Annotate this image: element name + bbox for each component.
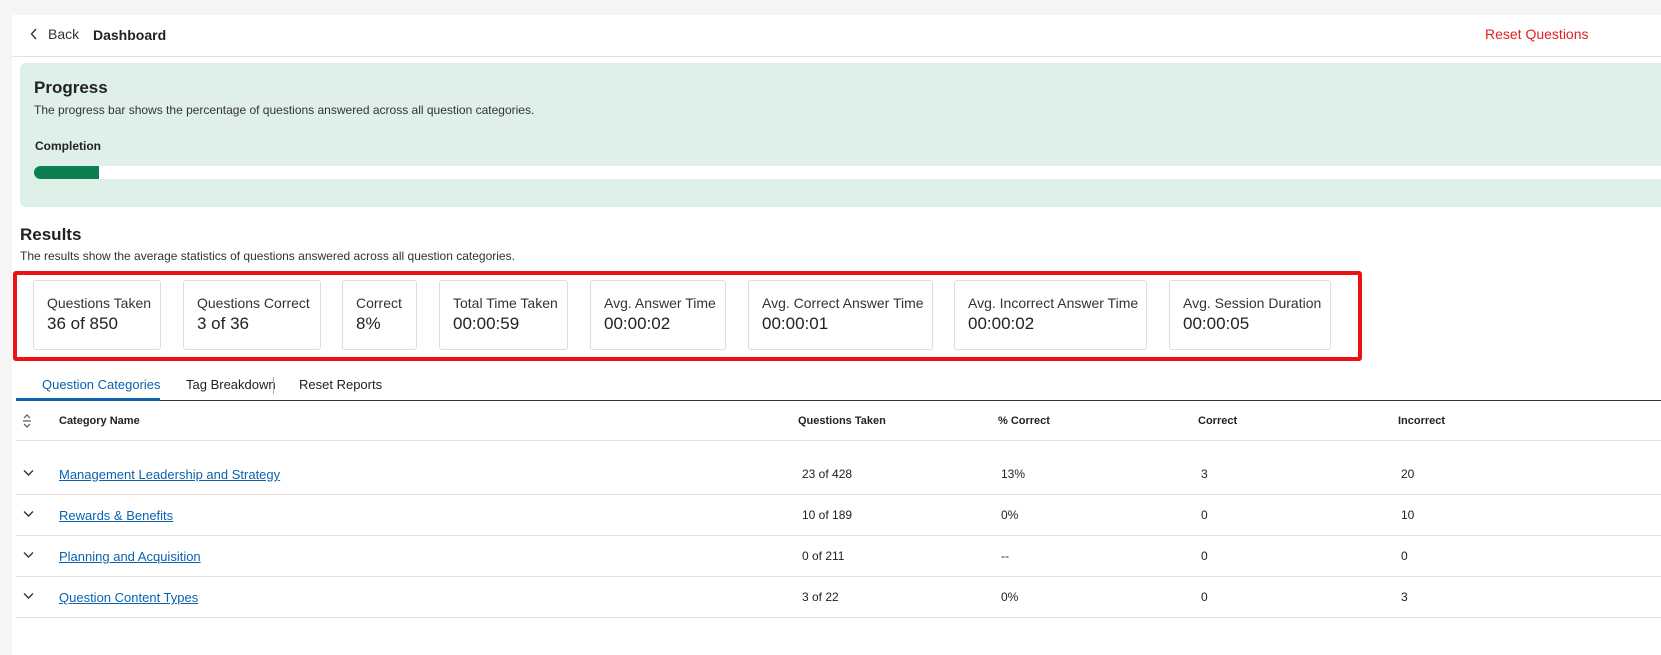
cell-correct: 0 bbox=[1201, 590, 1208, 604]
stat-value: 3 of 36 bbox=[197, 314, 249, 333]
stat-label: Avg. Answer Time bbox=[604, 295, 716, 311]
header-category-name[interactable]: Category Name bbox=[59, 415, 140, 427]
tab-question-categories[interactable]: Question Categories bbox=[42, 377, 161, 392]
stat-label: Questions Correct bbox=[197, 295, 310, 311]
active-tab-indicator bbox=[16, 398, 160, 401]
stat-value: 00:00:59 bbox=[453, 314, 520, 333]
stat-card-correct: Correct 8% bbox=[342, 280, 417, 350]
top-bar: Back Dashboard Reset Questions bbox=[12, 15, 1661, 57]
cell-correct: 0 bbox=[1201, 549, 1208, 563]
back-button[interactable]: Back bbox=[30, 26, 79, 42]
progress-title: Progress bbox=[34, 78, 108, 97]
header-questions-taken[interactable]: Questions Taken bbox=[798, 415, 886, 427]
cell-percent-correct: 13% bbox=[1001, 467, 1026, 481]
stat-card-avg-correct-time: Avg. Correct Answer Time 00:00:01 bbox=[748, 280, 933, 350]
stat-label: Total Time Taken bbox=[453, 295, 558, 311]
cell-questions-taken: 0 of 211 bbox=[802, 549, 845, 563]
category-link[interactable]: Management Leadership and Strategy bbox=[59, 467, 280, 482]
cell-questions-taken: 23 of 428 bbox=[802, 467, 853, 481]
stat-card-questions-taken: Questions Taken 36 of 850 bbox=[33, 280, 161, 350]
cell-incorrect: 20 bbox=[1401, 467, 1415, 481]
sort-icon[interactable] bbox=[22, 414, 32, 428]
stat-value: 8% bbox=[356, 314, 381, 333]
stat-value: 00:00:05 bbox=[1183, 314, 1250, 333]
chevron-down-icon[interactable] bbox=[23, 469, 34, 477]
table-row: Question Content Types 3 of 22 0% 0 3 bbox=[16, 577, 1661, 618]
header-correct[interactable]: Correct bbox=[1198, 415, 1237, 427]
completion-label: Completion bbox=[35, 139, 101, 153]
stat-label: Questions Taken bbox=[47, 295, 152, 311]
chevron-down-icon[interactable] bbox=[23, 510, 34, 518]
chevron-down-icon[interactable] bbox=[23, 592, 34, 600]
stat-card-avg-session-duration: Avg. Session Duration 00:00:05 bbox=[1169, 280, 1331, 350]
cell-questions-taken: 3 of 22 bbox=[802, 590, 839, 604]
stat-label: Correct bbox=[356, 295, 402, 311]
category-link[interactable]: Planning and Acquisition bbox=[59, 549, 201, 564]
category-link[interactable]: Rewards & Benefits bbox=[59, 508, 173, 523]
tab-reset-reports[interactable]: Reset Reports bbox=[299, 377, 382, 392]
cell-questions-taken: 10 of 189 bbox=[802, 508, 853, 522]
completion-progress-bar bbox=[34, 166, 1661, 179]
cell-percent-correct: 0% bbox=[1001, 590, 1019, 604]
table-header: Category Name Questions Taken % Correct … bbox=[16, 402, 1661, 441]
category-link[interactable]: Question Content Types bbox=[59, 590, 198, 605]
table-row: Management Leadership and Strategy 23 of… bbox=[16, 454, 1661, 495]
cell-percent-correct: -- bbox=[1001, 549, 1009, 563]
chevron-left-icon bbox=[30, 28, 37, 40]
stat-label: Avg. Session Duration bbox=[1183, 295, 1322, 311]
reset-questions-link[interactable]: Reset Questions bbox=[1485, 26, 1589, 42]
progress-description: The progress bar shows the percentage of… bbox=[34, 103, 535, 117]
tab-divider bbox=[273, 377, 274, 394]
stat-card-avg-incorrect-time: Avg. Incorrect Answer Time 00:00:02 bbox=[954, 280, 1147, 350]
stat-card-total-time: Total Time Taken 00:00:59 bbox=[439, 280, 568, 350]
header-incorrect[interactable]: Incorrect bbox=[1398, 415, 1445, 427]
chevron-down-icon[interactable] bbox=[23, 551, 34, 559]
header-percent-correct[interactable]: % Correct bbox=[998, 415, 1050, 427]
breadcrumb: Dashboard bbox=[93, 27, 167, 43]
stat-label: Avg. Incorrect Answer Time bbox=[968, 295, 1139, 311]
cell-incorrect: 10 bbox=[1401, 508, 1415, 522]
stat-label: Avg. Correct Answer Time bbox=[762, 295, 924, 311]
progress-section: Progress The progress bar shows the perc… bbox=[20, 63, 1661, 207]
table-row: Rewards & Benefits 10 of 189 0% 0 10 bbox=[16, 495, 1661, 536]
results-title: Results bbox=[20, 225, 82, 244]
cell-incorrect: 3 bbox=[1401, 590, 1408, 604]
cell-incorrect: 0 bbox=[1401, 549, 1408, 563]
stat-card-avg-answer-time: Avg. Answer Time 00:00:02 bbox=[590, 280, 726, 350]
table-row: Planning and Acquisition 0 of 211 -- 0 0 bbox=[16, 536, 1661, 577]
tab-bar: Question Categories Tag Breakdown Reset … bbox=[16, 373, 1661, 401]
stat-value: 36 of 850 bbox=[47, 314, 118, 333]
back-label: Back bbox=[48, 26, 80, 42]
results-description: The results show the average statistics … bbox=[20, 249, 515, 263]
stat-value: 00:00:02 bbox=[604, 314, 671, 333]
cell-correct: 0 bbox=[1201, 508, 1208, 522]
cell-percent-correct: 0% bbox=[1001, 508, 1019, 522]
stat-value: 00:00:02 bbox=[968, 314, 1035, 333]
completion-progress-fill bbox=[34, 166, 100, 179]
tab-tag-breakdown[interactable]: Tag Breakdown bbox=[186, 377, 276, 392]
stat-value: 00:00:01 bbox=[762, 314, 829, 333]
stat-card-questions-correct: Questions Correct 3 of 36 bbox=[183, 280, 321, 350]
cell-correct: 3 bbox=[1201, 467, 1208, 481]
